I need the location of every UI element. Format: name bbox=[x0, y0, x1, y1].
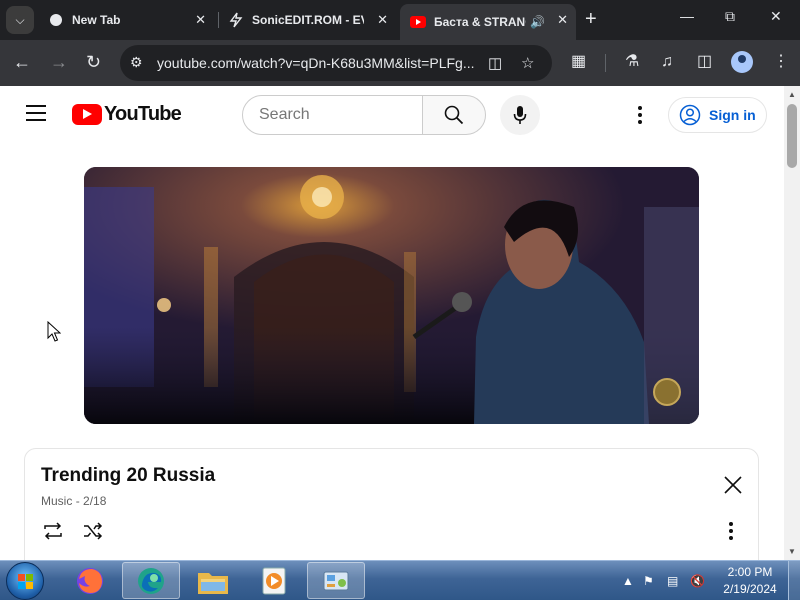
mouse-cursor-icon bbox=[47, 321, 61, 342]
chevron-down-icon: ⌵ bbox=[15, 12, 25, 27]
restore-button[interactable]: ⧉ bbox=[725, 8, 735, 25]
extensions-icon[interactable]: ▦ bbox=[571, 53, 586, 71]
account-circle-icon bbox=[679, 104, 701, 126]
scrollbar-thumb[interactable] bbox=[787, 104, 797, 168]
taskbar-file-explorer[interactable] bbox=[184, 562, 242, 599]
sonicedit-icon bbox=[228, 12, 244, 28]
network-icon[interactable]: ▤ bbox=[667, 574, 678, 588]
video-player[interactable] bbox=[84, 167, 699, 424]
file-explorer-icon bbox=[198, 572, 228, 594]
show-desktop-button[interactable] bbox=[788, 561, 800, 600]
youtube-page: YouTube Search Sign in Trending 20 Russi… bbox=[0, 86, 784, 560]
search-button[interactable] bbox=[422, 95, 486, 135]
url-text: youtube.com/watch?v=qDn-K68u3MM&list=PLF… bbox=[157, 55, 475, 71]
start-button[interactable] bbox=[6, 562, 44, 600]
playlist-title[interactable]: Trending 20 Russia bbox=[41, 465, 215, 487]
close-tab-icon[interactable]: ✕ bbox=[557, 12, 568, 28]
back-button[interactable]: ← bbox=[13, 53, 31, 71]
youtube-header: YouTube Search Sign in bbox=[0, 86, 784, 142]
clock-date: 2/19/2024 bbox=[723, 582, 777, 596]
toolbar-divider bbox=[605, 54, 606, 72]
system-clock[interactable]: 2:00 PM 2/19/2024 bbox=[716, 564, 784, 598]
youtube-logo[interactable]: YouTube bbox=[72, 103, 182, 126]
tab-sonicedit[interactable]: SonicEDIT.ROM - EV ✕ bbox=[218, 4, 396, 36]
clock-time: 2:00 PM bbox=[727, 565, 773, 579]
taskbar-firefox[interactable] bbox=[61, 562, 119, 599]
taskbar-media-player[interactable] bbox=[245, 562, 303, 599]
bookmark-star-icon[interactable]: ☆ bbox=[521, 54, 534, 72]
minimize-button[interactable]: — bbox=[680, 8, 694, 24]
channel-watermark-icon[interactable] bbox=[653, 378, 681, 406]
firefox-icon bbox=[77, 567, 103, 594]
logo-text: YouTube bbox=[104, 103, 182, 125]
close-window-button[interactable]: ✕ bbox=[770, 8, 782, 25]
page-scrollbar[interactable]: ▲ ▼ bbox=[784, 86, 800, 560]
playlist-subtitle: Music - 2/18 bbox=[41, 494, 106, 508]
action-center-flag-icon[interactable]: ⚑ bbox=[643, 574, 654, 588]
close-playlist-button[interactable] bbox=[721, 473, 745, 497]
tab-youtube-active[interactable]: Баста & STRANGE 🔊 ✕ bbox=[400, 4, 576, 40]
globe-icon bbox=[48, 12, 64, 28]
close-icon bbox=[724, 476, 742, 494]
taskbar-edge-active[interactable] bbox=[122, 562, 180, 599]
settings-more-button[interactable] bbox=[630, 103, 650, 127]
playlist-panel: Trending 20 Russia Music - 2/18 bbox=[24, 448, 759, 560]
tab-strip: ⌵ New Tab ✕ SonicEDIT.ROM - EV ✕ Баста &… bbox=[0, 0, 800, 40]
video-frame bbox=[84, 167, 699, 424]
voice-search-button[interactable] bbox=[500, 95, 540, 135]
site-info-icon[interactable]: ⚙ bbox=[130, 54, 143, 71]
taskbar-control-panel-active[interactable] bbox=[307, 562, 365, 599]
new-tab-button[interactable]: + bbox=[585, 9, 597, 29]
guide-menu-icon[interactable] bbox=[26, 105, 46, 121]
playlist-more-button[interactable] bbox=[723, 519, 739, 543]
loop-icon bbox=[44, 522, 62, 540]
shuffle-icon bbox=[84, 522, 103, 540]
loop-playlist-button[interactable] bbox=[41, 519, 65, 543]
sign-in-button[interactable]: Sign in bbox=[668, 97, 767, 133]
speaker-icon[interactable]: 🔊 bbox=[530, 15, 545, 29]
youtube-logo-icon bbox=[72, 104, 102, 125]
browser-menu-icon[interactable]: ⋮ bbox=[773, 53, 789, 71]
youtube-icon bbox=[410, 14, 426, 30]
profile-avatar-icon[interactable] bbox=[731, 51, 753, 73]
vertical-dots-icon bbox=[638, 106, 642, 124]
tab-title: Баста & STRANGE bbox=[434, 15, 526, 29]
sign-in-label: Sign in bbox=[709, 107, 756, 123]
tab-new-tab[interactable]: New Tab ✕ bbox=[38, 4, 214, 36]
close-tab-icon[interactable]: ✕ bbox=[195, 12, 206, 28]
shuffle-playlist-button[interactable] bbox=[81, 519, 105, 543]
volume-muted-icon[interactable]: 🔇 bbox=[690, 574, 705, 588]
edge-icon bbox=[138, 567, 164, 594]
close-tab-icon[interactable]: ✕ bbox=[377, 12, 388, 28]
install-app-icon[interactable]: ◫ bbox=[488, 54, 502, 72]
control-panel-icon bbox=[323, 571, 349, 590]
tab-search-button[interactable]: ⌵ bbox=[6, 6, 34, 34]
microphone-icon bbox=[513, 106, 527, 124]
media-control-icon[interactable]: ♫ bbox=[661, 53, 673, 71]
scroll-down-arrow-icon[interactable]: ▼ bbox=[788, 547, 796, 556]
search-input[interactable] bbox=[243, 96, 403, 134]
playlist-position: 2/18 bbox=[83, 494, 107, 508]
forward-button[interactable]: → bbox=[50, 53, 68, 71]
scroll-up-arrow-icon[interactable]: ▲ bbox=[788, 90, 796, 99]
separator: - bbox=[75, 494, 84, 508]
search-box bbox=[242, 95, 423, 135]
media-player-icon bbox=[262, 567, 286, 594]
playlist-channel[interactable]: Music bbox=[41, 494, 72, 508]
tab-title: New Tab bbox=[72, 13, 121, 27]
reload-button[interactable]: ↻ bbox=[86, 53, 101, 71]
browser-toolbar: ← → ↻ ⚙ youtube.com/watch?v=qDn-K68u3MM&… bbox=[0, 40, 800, 86]
address-bar[interactable]: ⚙ youtube.com/watch?v=qDn-K68u3MM&list=P… bbox=[120, 45, 552, 81]
side-panel-icon[interactable]: ◫ bbox=[697, 53, 712, 71]
show-hidden-icons-button[interactable]: ▲ bbox=[622, 574, 634, 588]
tab-title: SonicEDIT.ROM - EV bbox=[252, 13, 364, 27]
labs-flask-icon[interactable]: ⚗ bbox=[625, 53, 639, 71]
windows-logo-icon bbox=[18, 574, 34, 590]
vertical-dots-icon bbox=[729, 522, 733, 540]
search-icon bbox=[444, 105, 464, 125]
windows-taskbar: ▲ ⚑ ▤ 🔇 2:00 PM 2/19/2024 bbox=[0, 560, 800, 600]
